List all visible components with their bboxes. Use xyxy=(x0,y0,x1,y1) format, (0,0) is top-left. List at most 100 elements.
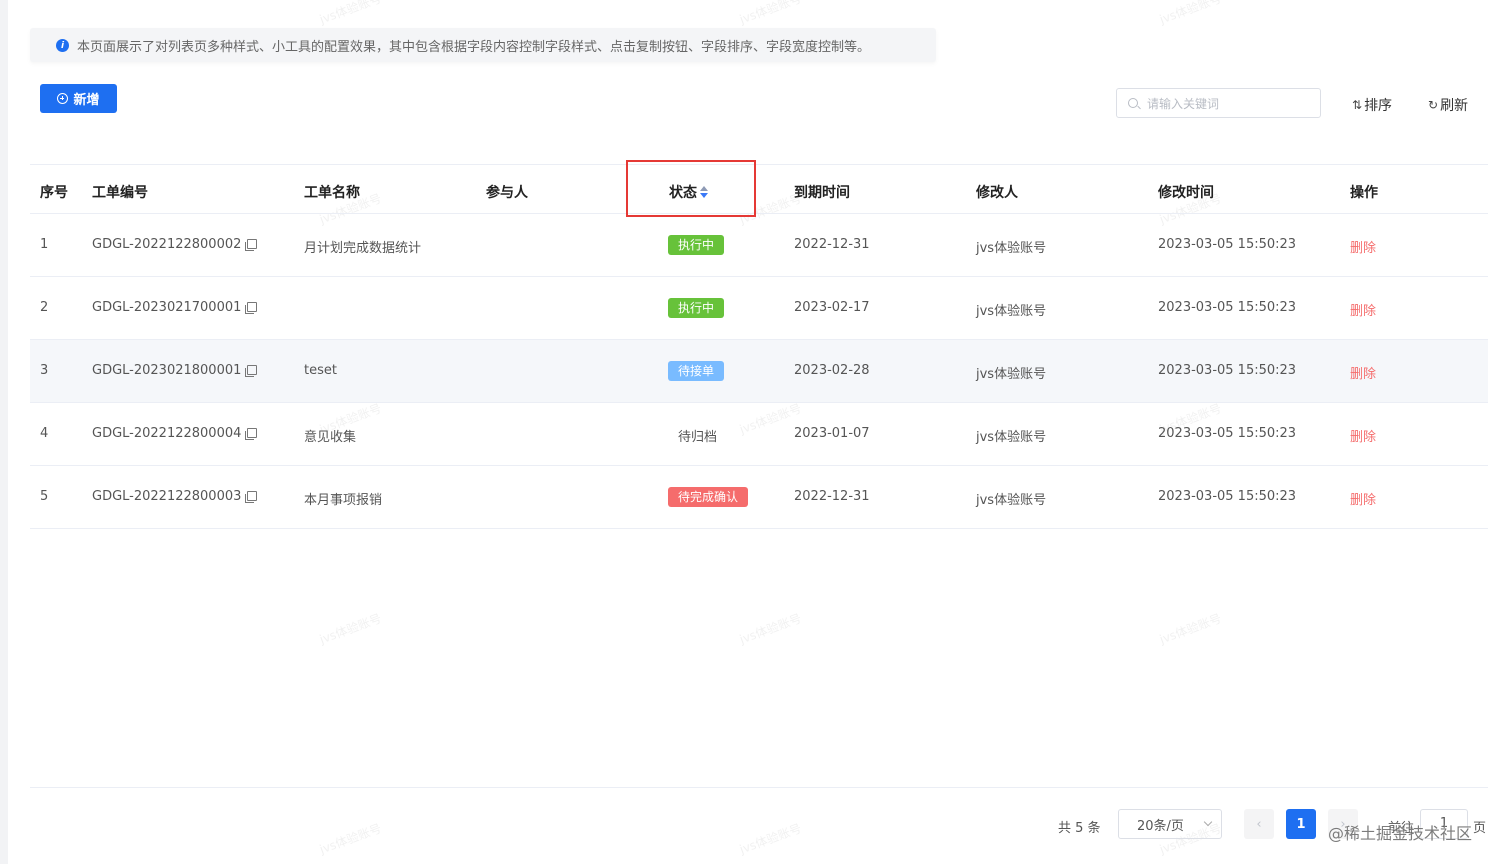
cell-due: 2022-12-31 xyxy=(794,237,870,252)
cell-name: 月计划完成数据统计 xyxy=(304,237,421,256)
plus-circle-icon xyxy=(57,93,69,104)
info-icon: i xyxy=(56,39,69,52)
delete-link[interactable]: 删除 xyxy=(1350,237,1376,256)
cell-due: 2023-02-17 xyxy=(794,300,870,315)
cell-code-text: GDGL-2023021800001 xyxy=(92,363,242,378)
cell-index-text: 1 xyxy=(40,237,49,252)
cell-code: GDGL-2023021800001 xyxy=(92,363,258,378)
cell-code-text: GDGL-2022122800002 xyxy=(92,237,242,252)
cell-index-text: 3 xyxy=(40,363,49,378)
chevron-left-icon: ‹ xyxy=(1256,816,1262,832)
cell-due: 2023-02-28 xyxy=(794,363,870,378)
sort-label: 排序 xyxy=(1364,98,1393,114)
page-number-current[interactable]: 1 xyxy=(1286,809,1316,839)
cell-modified: 2023-03-05 15:50:23 xyxy=(1158,237,1297,252)
cell-code: GDGL-2022122800002 xyxy=(92,237,258,252)
page-unit-label: 页 xyxy=(1473,821,1487,836)
cell-code: GDGL-2022122800003 xyxy=(92,489,258,504)
cell-due: 2023-01-07 xyxy=(794,426,870,441)
table-row: 5 GDGL-2022122800003 本月事项报销 待完成确认 2022-12-31… xyxy=(30,466,1488,529)
cell-code-text: GDGL-2022122800003 xyxy=(92,489,242,504)
search-input[interactable]: 请输入关键词 xyxy=(1116,88,1321,118)
delete-link[interactable]: 删除 xyxy=(1350,363,1376,382)
cell-name: teset xyxy=(304,363,337,378)
cell-index-text: 2 xyxy=(40,300,49,315)
status-badge: 执行中 xyxy=(668,235,725,255)
cell-modifier: jvs体验账号 xyxy=(976,493,1047,508)
header-status-label: 状态 xyxy=(669,185,697,201)
cell-index: 2 xyxy=(40,300,48,315)
page: jvs体验账号 jvs体验账号 jvs体验账号 jvs体验账号 jvs体验账号 jvs体验… xyxy=(8,0,1512,864)
cell-modified: 2023-03-05 15:50:23 xyxy=(1158,363,1297,378)
add-button[interactable]: 新增 xyxy=(40,84,117,113)
delete-link[interactable]: 删除 xyxy=(1350,426,1376,445)
cell-index: 5 xyxy=(40,489,48,504)
cell-index-text: 5 xyxy=(40,489,49,504)
watermark-text: jvs体验账号 xyxy=(317,611,384,647)
credit-watermark: @稀土掘金技术社区 xyxy=(1328,824,1473,843)
cell-due: 2022-12-31 xyxy=(794,489,870,504)
cell-code: GDGL-2023021700001 xyxy=(92,300,258,315)
status-badge: 待完成确认 xyxy=(668,487,749,507)
cell-name-text: 月计划完成数据统计 xyxy=(304,241,422,256)
status-badge: 待归档 xyxy=(678,430,718,445)
cell-modifier: jvs体验账号 xyxy=(976,367,1047,382)
cell-code: GDGL-2022122800004 xyxy=(92,426,258,441)
prev-page-button[interactable]: ‹ xyxy=(1244,809,1274,839)
watermark-text: jvs体验账号 xyxy=(737,821,804,857)
cell-name-text: 意见收集 xyxy=(304,430,357,445)
sort-icon: ⇅ xyxy=(1352,98,1363,112)
cell-name-text: 本月事项报销 xyxy=(304,493,383,508)
copy-icon[interactable] xyxy=(245,365,258,377)
cell-modified: 2023-03-05 15:50:23 xyxy=(1158,489,1297,504)
refresh-label: 刷新 xyxy=(1440,98,1469,114)
refresh-button[interactable]: ↻ 刷新 xyxy=(1428,95,1468,115)
header-participants: 参与人 xyxy=(486,185,528,201)
copy-icon[interactable] xyxy=(245,491,258,503)
status-badge: 执行中 xyxy=(668,298,725,318)
cell-index: 4 xyxy=(40,426,48,441)
search-placeholder: 请输入关键词 xyxy=(1147,96,1220,111)
copy-icon[interactable] xyxy=(245,302,258,314)
cell-modified: 2023-03-05 15:50:23 xyxy=(1158,426,1297,441)
cell-name: 意见收集 xyxy=(304,426,356,445)
footer-divider xyxy=(30,787,1488,788)
info-banner-text: 本页面展示了对列表页多种样式、小工具的配置效果，其中包含根据字段内容控制字段样式… xyxy=(77,39,871,55)
copy-icon[interactable] xyxy=(245,239,258,251)
watermark-text: jvs体验账号 xyxy=(737,0,804,27)
header-due: 到期时间 xyxy=(794,185,850,201)
table-row: 1 GDGL-2022122800002 月计划完成数据统计 执行中 2022-12-3… xyxy=(30,214,1488,277)
header-code: 工单编号 xyxy=(92,185,148,201)
watermark-text: jvs体验账号 xyxy=(317,0,384,27)
watermark-text: jvs体验账号 xyxy=(737,611,804,647)
cell-modifier: jvs体验账号 xyxy=(976,241,1047,256)
cell-index: 3 xyxy=(40,363,48,378)
header-modifier: 修改人 xyxy=(976,185,1018,201)
page-size-select[interactable]: 20条/页 xyxy=(1118,809,1222,839)
watermark-text: jvs体验账号 xyxy=(317,821,384,857)
page-size-value: 20条/页 xyxy=(1137,818,1184,834)
table-row: 3 GDGL-2023021800001 teset 待接单 2023-02-28 jvs… xyxy=(30,340,1488,403)
chevron-down-icon xyxy=(1203,817,1213,827)
table-row: 2 GDGL-2023021700001 执行中 2023-02-17 jvs体验账号 2… xyxy=(30,277,1488,340)
info-banner: i 本页面展示了对列表页多种样式、小工具的配置效果，其中包含根据字段内容控制字段… xyxy=(30,28,936,62)
table-header: 序号 工单编号 工单名称 参与人 状态 到期时间 修改人 修改时间 操作 xyxy=(30,164,1488,214)
cell-index: 1 xyxy=(40,237,48,252)
cell-index-text: 4 xyxy=(40,426,49,441)
header-status[interactable]: 状态 xyxy=(669,182,708,202)
sort-button[interactable]: ⇅ 排序 xyxy=(1352,95,1392,115)
header-name: 工单名称 xyxy=(304,185,360,201)
header-action: 操作 xyxy=(1350,185,1378,201)
copy-icon[interactable] xyxy=(245,428,258,440)
watermark-text: jvs体验账号 xyxy=(1157,0,1224,27)
delete-link[interactable]: 删除 xyxy=(1350,489,1376,508)
cell-name: 本月事项报销 xyxy=(304,489,382,508)
table-body: 1 GDGL-2022122800002 月计划完成数据统计 执行中 2022-12-3… xyxy=(30,214,1488,529)
cell-modified: 2023-03-05 15:50:23 xyxy=(1158,300,1297,315)
cell-modifier: jvs体验账号 xyxy=(976,304,1047,319)
table-row: 4 GDGL-2022122800004 意见收集 待归档 2023-01-07 jvs体… xyxy=(30,403,1488,466)
cell-modifier: jvs体验账号 xyxy=(976,430,1047,445)
total-count: 共 5 条 xyxy=(1058,821,1101,836)
sort-arrows-icon[interactable] xyxy=(700,186,708,198)
delete-link[interactable]: 删除 xyxy=(1350,300,1376,319)
